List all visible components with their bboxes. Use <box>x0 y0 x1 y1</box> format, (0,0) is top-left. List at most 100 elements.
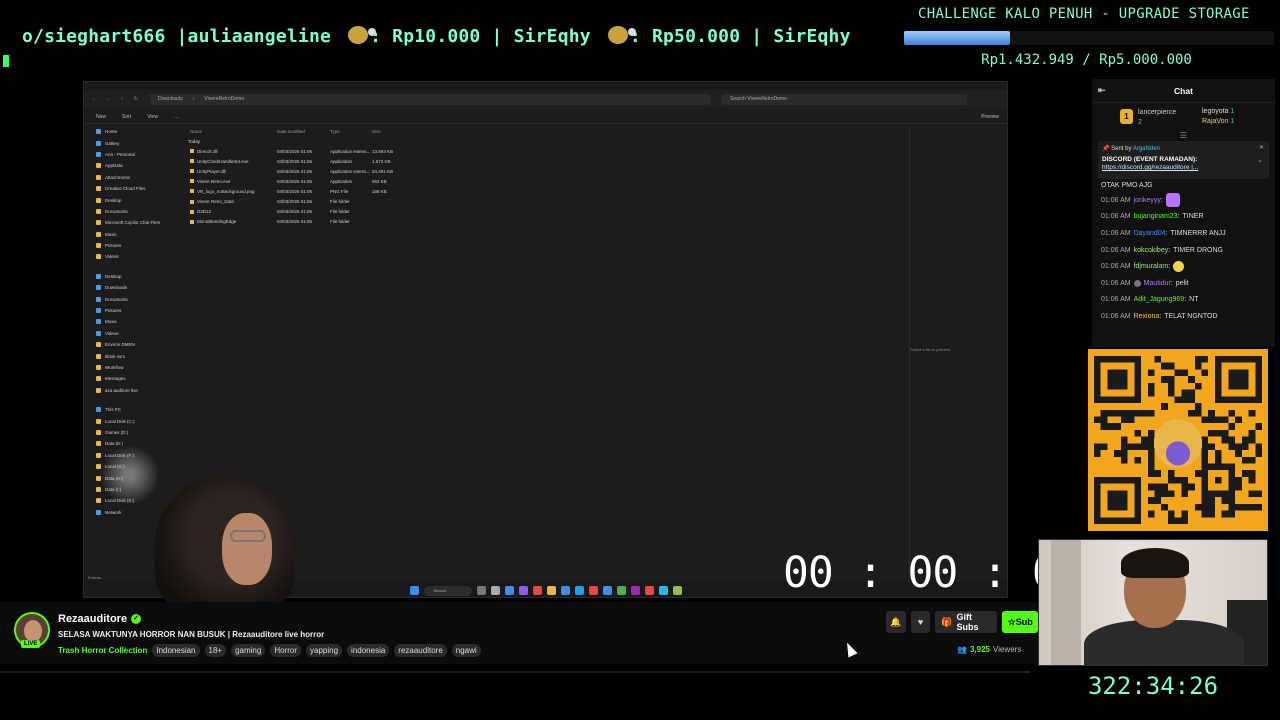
file-row[interactable]: VR_logo_noBackground.png 04/03/2026 01:05… <box>184 186 804 196</box>
category-link[interactable]: Trash Horror Collection <box>58 646 147 655</box>
tag-chip[interactable]: Indonesian <box>152 644 200 657</box>
nav-item[interactable]: Pictures <box>84 240 176 251</box>
chat-message-continuation: OTAK PMO AJG <box>1101 182 1153 189</box>
file-type: PNG File <box>330 188 349 194</box>
nav-item[interactable]: Music <box>84 316 176 327</box>
chat-colon: : <box>1159 312 1162 320</box>
folder-icon <box>96 163 101 169</box>
nav-item[interactable]: Gallery <box>84 137 176 148</box>
explorer-titlebar <box>84 82 1007 90</box>
chat-message: 01:06 AM bujanginam23: TINER <box>1101 209 1275 226</box>
nav-item[interactable]: Messages <box>84 373 176 384</box>
file-row[interactable]: UnityCrashHandler64.exe 04/03/2026 01:06 A… <box>184 156 804 166</box>
tag-chip[interactable]: gaming <box>231 644 266 657</box>
file-name: UnityCrashHandler64.exe <box>197 158 249 164</box>
follow-heart-icon[interactable]: ♥ <box>910 611 931 633</box>
chat-username[interactable]: Rexiona <box>1134 313 1160 320</box>
folder-icon <box>96 273 101 279</box>
chat-username[interactable]: Mautidur <box>1144 280 1171 287</box>
nav-item[interactable]: Videos <box>84 251 176 262</box>
nav-item[interactable]: Desktop <box>84 271 176 282</box>
nav-item[interactable]: Aria - Personal <box>84 149 176 160</box>
tag-chip[interactable]: rezaauditore <box>394 644 447 657</box>
chat-colon: : <box>1168 246 1171 254</box>
leader-count: 1 <box>1230 108 1235 115</box>
file-row[interactable]: Vivere Retro_Data 04/03/2026 01:06 File fo… <box>184 196 804 206</box>
nav-item[interactable]: Desktop <box>84 194 176 205</box>
file-row[interactable]: D3D12 04/03/2026 01:06 File folder <box>184 207 804 217</box>
nav-item[interactable]: Microsoft Copilot Chat Files <box>84 217 176 228</box>
nav-item[interactable]: Documents <box>84 206 176 217</box>
nav-item[interactable]: tiktok vsrs <box>84 350 176 361</box>
chat-username[interactable]: Dayand04 <box>1134 230 1166 237</box>
file-row[interactable]: DirectX.dll 04/03/2026 01:06 Application e… <box>184 146 804 156</box>
emote-icon <box>1165 193 1180 208</box>
nav-item[interactable]: Environ DMEN <box>84 339 176 350</box>
chat-username[interactable]: Adit_Jagung969 <box>1134 296 1185 303</box>
nav-item[interactable]: Games (D:) <box>84 427 176 438</box>
nav-item[interactable]: aza auditore live <box>84 385 176 396</box>
nav-item[interactable]: Local Disk (C:) <box>84 415 176 426</box>
file-type: File folder <box>330 199 350 205</box>
tag-chip[interactable]: yapping <box>306 644 343 657</box>
nav-item[interactable]: Creative Cloud Files <box>84 183 176 194</box>
nav-item[interactable]: AppData <box>84 160 176 171</box>
channel-info-bar: LIVE Rezaauditore ✓ SELASA WAKTUNYA HORR… <box>0 602 1039 664</box>
paw-emote-icon <box>607 26 636 45</box>
folder-icon <box>96 296 101 302</box>
taskbar-app-icon <box>616 586 626 595</box>
nav-item[interactable]: This PC <box>84 404 176 415</box>
leaderboard-expand-icon[interactable]: ☰ <box>1092 132 1275 141</box>
unpin-icon[interactable]: ✕ <box>1259 144 1264 151</box>
ticker-marker <box>3 55 9 67</box>
chevron-down-icon[interactable]: ⌄ <box>1257 156 1263 164</box>
leader-name[interactable]: lancerpierce <box>1138 109 1176 116</box>
leader-entry[interactable]: legoyota 1 <box>1202 108 1234 115</box>
nav-item[interactable]: Downloads <box>84 282 176 293</box>
tag-chip[interactable]: 18+ <box>204 644 227 657</box>
leader-entry[interactable]: RajaVon 1 <box>1202 118 1234 125</box>
chat-username[interactable]: fdjmuralam <box>1134 263 1169 270</box>
tag-chip[interactable]: Horror <box>270 644 302 657</box>
pinned-sender-name: ArgaNden <box>1132 146 1160 152</box>
nav-item[interactable]: Documents <box>84 293 176 304</box>
nav-item-label: Videos <box>105 254 119 260</box>
preview-divider <box>909 126 910 586</box>
collapse-chat-icon[interactable]: ⇤ <box>1098 85 1106 96</box>
file-row[interactable]: Vivere Retro.exe 04/03/2026 01:05 Applicat… <box>184 176 804 186</box>
subscribe-label: Sub <box>1015 617 1033 627</box>
nav-item[interactable]: Attachments <box>84 172 176 183</box>
chat-username[interactable]: jonkeyyy <box>1134 197 1161 204</box>
star-icon: ☆ <box>1007 616 1016 627</box>
tag-chip[interactable]: indonesia <box>347 644 390 657</box>
nav-item[interactable]: Pictures <box>84 305 176 316</box>
chat-colon: : <box>1170 279 1173 287</box>
nav-item[interactable]: Workflow <box>84 362 176 373</box>
subscribe-button[interactable]: ☆ Sub <box>1001 611 1039 633</box>
message-time: 01:06 AM <box>1101 246 1131 254</box>
file-row[interactable]: MonoBleedingEdge 04/03/2026 01:05 File fol… <box>184 217 804 227</box>
chat-username[interactable]: kokcokibey <box>1134 247 1169 254</box>
tag-chip[interactable]: ngawi <box>451 644 481 657</box>
ticker-text: o/sieghart666 |auliaangeline <box>22 25 332 47</box>
pinned-link[interactable]: https://discord.gg/rezaauditore |... <box>1102 164 1265 171</box>
nav-item-label: Attachments <box>105 174 131 180</box>
message-time: 01:06 AM <box>1101 196 1131 204</box>
nav-item-label: Microsoft Copilot Chat Files <box>105 220 161 226</box>
nav-item[interactable]: Music <box>84 229 176 240</box>
notification-bell-icon[interactable]: 🔔 <box>886 611 906 633</box>
taskbar-app-icon <box>588 586 598 595</box>
nav-item[interactable]: Videos <box>84 328 176 339</box>
chat-username[interactable]: bujanginam23 <box>1134 213 1178 220</box>
file-name: D3D12 <box>197 209 212 215</box>
channel-name[interactable]: Rezaauditore <box>58 613 127 625</box>
nav-item[interactable]: Home <box>84 126 176 137</box>
nav-item-label: Videos <box>105 330 119 336</box>
channel-actions: 🔔 ♥ 🎁 Gift Subs ☆ Sub <box>886 611 1039 633</box>
nav-item-label: Downloads <box>105 285 128 291</box>
file-row[interactable]: UnityPlayer.dll 04/03/2026 01:06 Applicati… <box>184 166 804 176</box>
toolbar-new: New <box>96 113 107 120</box>
gift-subs-button[interactable]: 🎁 Gift Subs <box>935 611 997 633</box>
folder-icon <box>96 429 101 435</box>
file-type: File folder <box>330 209 350 215</box>
